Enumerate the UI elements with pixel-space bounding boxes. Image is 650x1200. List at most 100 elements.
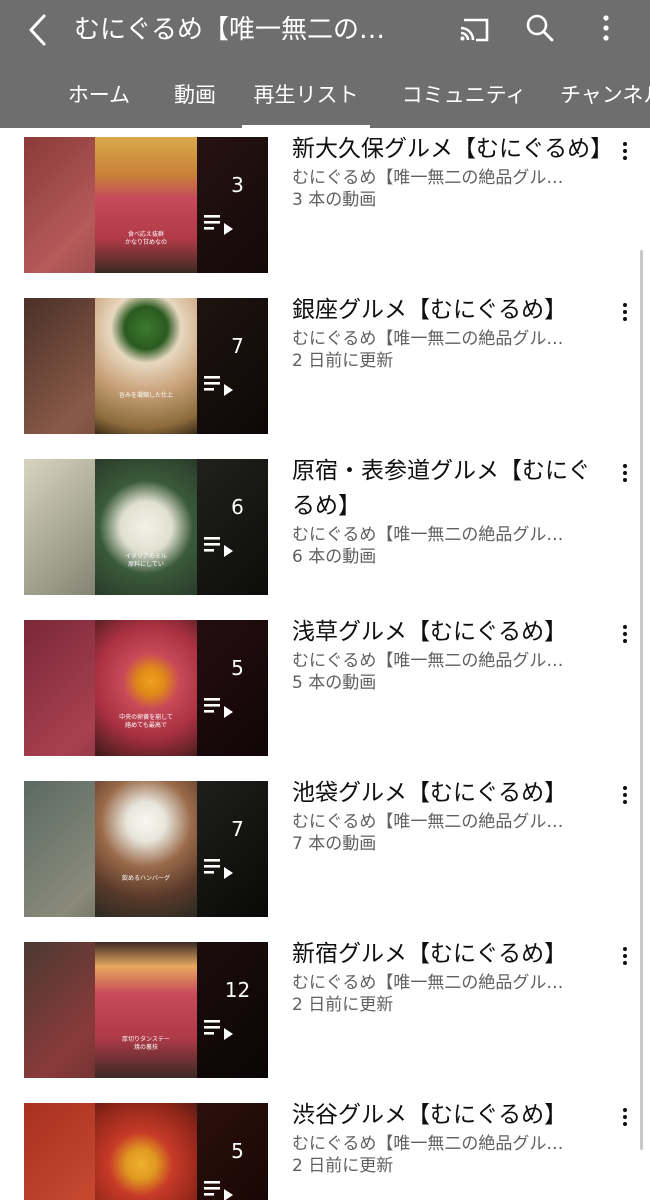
thumbnail-caption: 中央の卵黄を崩して 絡めても最高で: [119, 714, 173, 729]
playlist-info[interactable]: 新宿グルメ【むにぐるめ】 むにぐるめ【唯一無二の絶品グル… 2 日前に更新: [292, 933, 604, 1016]
tab-home[interactable]: ホーム: [60, 64, 138, 128]
playlist-title: 銀座グルメ【むにぐるめ】: [292, 297, 568, 323]
app-header: むにぐるめ【唯一無二の… ホーム 動画 再生リスト コミュニティ チャンネ: [0, 0, 650, 128]
thumbnail-food-image: [95, 298, 197, 434]
playlist-channel: むにぐるめ【唯一無二の絶品グル…: [292, 168, 564, 188]
playlist-more-button[interactable]: [610, 136, 640, 166]
playlist-row: 旨みを凝縮した仕上 7 銀座グルメ【むにぐるめ】 むにぐるめ【唯一無二の絶品グル…: [0, 289, 650, 450]
playlist-more-button[interactable]: [610, 941, 640, 971]
playlist-row: 5 渋谷グルメ【むにぐるめ】 むにぐるめ【唯一無二の絶品グル… 2 日前に更新: [0, 1094, 650, 1200]
back-icon: [29, 14, 46, 46]
playlist-info[interactable]: 銀座グルメ【むにぐるめ】 むにぐるめ【唯一無二の絶品グル… 2 日前に更新: [292, 289, 604, 372]
more-options-button[interactable]: [586, 8, 626, 48]
thumbnail-food-image: [95, 459, 197, 595]
playlist-icon: [204, 215, 233, 235]
playlist-title: 渋谷グルメ【むにぐるめ】: [292, 1102, 568, 1128]
playlist-meta: 2 日前に更新: [292, 1156, 394, 1176]
thumbnail-caption: イタリアのミル 原料にしてい: [125, 553, 167, 568]
playlist-meta: 3 本の動画: [292, 190, 377, 210]
playlist-icon: [204, 376, 233, 396]
playlist-icon: [204, 1181, 233, 1200]
playlist-row: 飲めるハンバーグ 7 池袋グルメ【むにぐるめ】 むにぐるめ【唯一無二の絶品グル……: [0, 772, 650, 933]
thumbnail-overlay: [197, 298, 268, 434]
playlist-title: 新大久保グルメ【むにぐるめ】: [292, 136, 614, 162]
playlist-meta: 2 日前に更新: [292, 351, 394, 371]
playlist-more-button[interactable]: [610, 780, 640, 810]
video-count: 5: [231, 656, 244, 680]
channel-tabs: ホーム 動画 再生リスト コミュニティ チャンネル: [0, 64, 650, 128]
playlist-row: 厚切りタンステー 焼の裏技 12 新宿グルメ【むにぐるめ】 むにぐるめ【唯一無二…: [0, 933, 650, 1094]
playlist-more-button[interactable]: [610, 458, 640, 488]
playlist-title: 原宿・表参道グルメ【むにぐるめ】: [292, 458, 591, 519]
more-vert-icon: [623, 142, 627, 160]
playlist-info[interactable]: 新大久保グルメ【むにぐるめ】 むにぐるめ【唯一無二の絶品グル… 3 本の動画: [292, 128, 614, 211]
playlist-more-button[interactable]: [610, 619, 640, 649]
playlist-more-button[interactable]: [610, 297, 640, 327]
playlist-thumbnail[interactable]: 5: [24, 1103, 268, 1200]
more-vert-icon: [623, 625, 627, 643]
thumbnail-food-image: [95, 620, 197, 756]
playlist-icon: [204, 698, 233, 718]
thumbnail-food-image: [95, 781, 197, 917]
thumbnail-overlay: [197, 942, 268, 1078]
thumbnail-caption: 厚切りタンステー 焼の裏技: [122, 1036, 170, 1051]
playlist-channel: むにぐるめ【唯一無二の絶品グル…: [292, 651, 564, 671]
video-count: 3: [231, 173, 244, 197]
playlist-icon: [204, 537, 233, 557]
video-count: 5: [231, 1139, 244, 1163]
video-count: 12: [224, 978, 251, 1002]
playlist-meta: 5 本の動画: [292, 673, 377, 693]
thumbnail-food-image: [95, 942, 197, 1078]
playlist-meta: 7 本の動画: [292, 834, 377, 854]
playlist-meta: 6 本の動画: [292, 547, 377, 567]
thumbnail-food-image: [95, 1103, 197, 1200]
tab-videos[interactable]: 動画: [166, 64, 224, 128]
search-icon: [526, 14, 554, 42]
playlist-thumbnail[interactable]: 中央の卵黄を崩して 絡めても最高で 5: [24, 620, 268, 756]
playlist-thumbnail[interactable]: 食べ応え抜群 かなり甘めなの 3: [24, 137, 268, 273]
playlist-list: 食べ応え抜群 かなり甘めなの 3 新大久保グルメ【むにぐるめ】 むにぐるめ【唯一…: [0, 128, 650, 1200]
thumbnail-caption: 飲めるハンバーグ: [121, 875, 170, 882]
playlist-channel: むにぐるめ【唯一無二の絶品グル…: [292, 812, 564, 832]
video-count: 6: [231, 495, 244, 519]
playlist-thumbnail[interactable]: 旨みを凝縮した仕上 7: [24, 298, 268, 434]
more-vert-icon: [623, 303, 627, 321]
thumbnail-overlay: [197, 137, 268, 273]
video-count: 7: [231, 334, 244, 358]
tab-playlists[interactable]: 再生リスト: [242, 64, 370, 128]
playlist-more-button[interactable]: [610, 1102, 640, 1132]
playlist-channel: むにぐるめ【唯一無二の絶品グル…: [292, 1134, 564, 1154]
more-vert-icon: [623, 1108, 627, 1126]
more-vert-icon: [623, 947, 627, 965]
back-button[interactable]: [18, 10, 58, 50]
playlist-icon: [204, 859, 233, 879]
top-bar: むにぐるめ【唯一無二の…: [0, 0, 650, 60]
playlist-title: 池袋グルメ【むにぐるめ】: [292, 780, 568, 806]
playlist-info[interactable]: 原宿・表参道グルメ【むにぐるめ】 むにぐるめ【唯一無二の絶品グル… 6 本の動画: [292, 450, 604, 568]
thumbnail-overlay: [197, 459, 268, 595]
cast-button[interactable]: [452, 10, 496, 50]
more-vert-icon: [603, 15, 609, 41]
channel-title: むにぐるめ【唯一無二の…: [74, 15, 385, 45]
playlist-info[interactable]: 浅草グルメ【むにぐるめ】 むにぐるめ【唯一無二の絶品グル… 5 本の動画: [292, 611, 604, 694]
more-vert-icon: [623, 786, 627, 804]
more-vert-icon: [623, 464, 627, 482]
playlist-thumbnail[interactable]: 飲めるハンバーグ 7: [24, 781, 268, 917]
thumbnail-caption: 食べ応え抜群 かなり甘めなの: [124, 231, 167, 246]
playlist-info[interactable]: 池袋グルメ【むにぐるめ】 むにぐるめ【唯一無二の絶品グル… 7 本の動画: [292, 772, 604, 855]
playlist-row: イタリアのミル 原料にしてい 6 原宿・表参道グルメ【むにぐるめ】 むにぐるめ【…: [0, 450, 650, 611]
playlist-thumbnail[interactable]: イタリアのミル 原料にしてい 6: [24, 459, 268, 595]
playlist-channel: むにぐるめ【唯一無二の絶品グル…: [292, 329, 564, 349]
thumbnail-overlay: [197, 781, 268, 917]
thumbnail-food-image: [95, 137, 197, 273]
playlist-info[interactable]: 渋谷グルメ【むにぐるめ】 むにぐるめ【唯一無二の絶品グル… 2 日前に更新: [292, 1094, 604, 1177]
playlist-title: 浅草グルメ【むにぐるめ】: [292, 619, 568, 645]
tab-community[interactable]: コミュニティ: [396, 64, 532, 128]
scrollbar[interactable]: [640, 250, 643, 1150]
playlist-channel: むにぐるめ【唯一無二の絶品グル…: [292, 525, 564, 545]
tab-channels[interactable]: チャンネル: [560, 64, 650, 128]
cast-icon: [460, 18, 489, 42]
playlist-thumbnail[interactable]: 厚切りタンステー 焼の裏技 12: [24, 942, 268, 1078]
playlist-icon: [204, 1020, 233, 1040]
search-button[interactable]: [518, 8, 562, 48]
